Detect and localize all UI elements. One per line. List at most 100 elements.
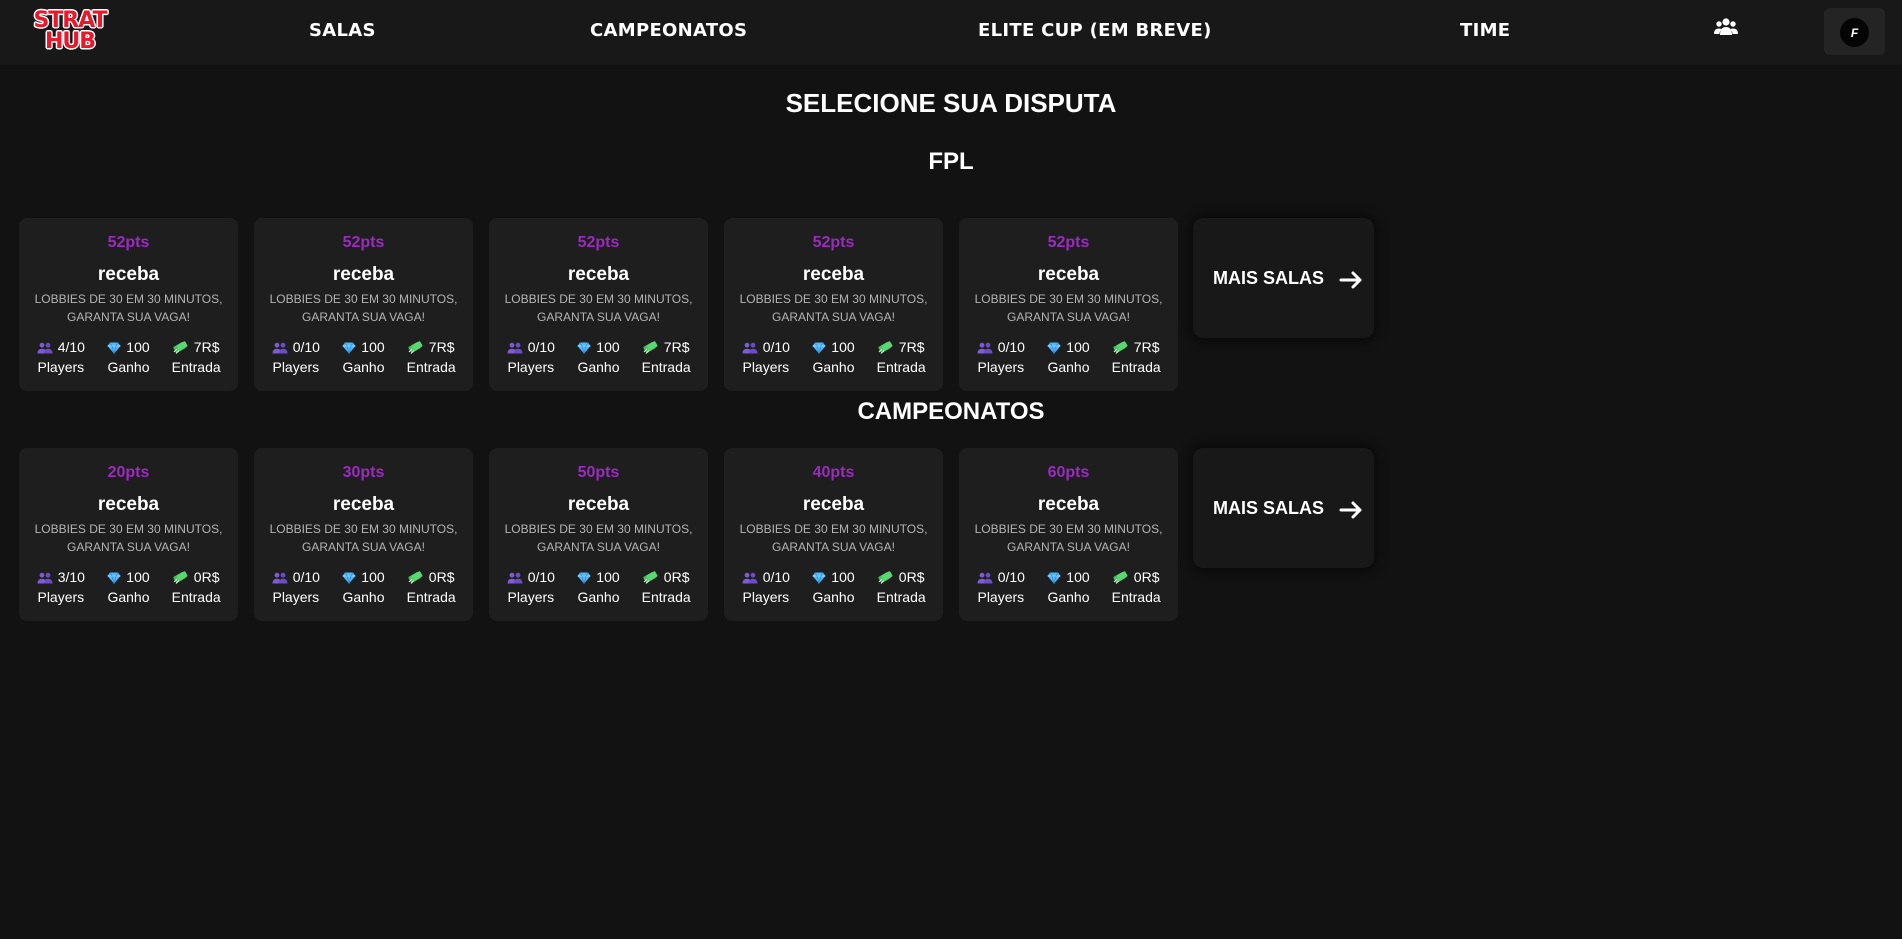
description-line-2: GARANTA SUA VAGA! (302, 540, 425, 554)
prize-value: 100 (1066, 339, 1090, 355)
money-icon (878, 340, 894, 354)
entry-fee-value-row: 7R$ (635, 337, 697, 357)
players-value: 0/10 (527, 339, 555, 355)
room-stats: 0/10 Players 100 Ganho 0R$ Entrada (732, 567, 935, 607)
prize-value-row: 100 (332, 567, 394, 587)
players-label: Players (37, 589, 85, 605)
entry-fee-label: Entrada (406, 589, 456, 605)
room-name: receba (802, 494, 865, 515)
players-icon (977, 572, 993, 584)
description-line-1: LOBBIES DE 30 EM 30 MINUTOS, (504, 522, 693, 536)
entry-fee-stat: 7R$ Entrada (165, 337, 227, 377)
entry-fee-value: 0R$ (1133, 569, 1160, 585)
entry-fee-label: Entrada (171, 359, 221, 375)
players-value-row: 0/10 (735, 567, 797, 587)
room-card[interactable]: 30pts receba LOBBIES DE 30 EM 30 MINUTOS, G… (254, 448, 473, 621)
prize-value-row: 100 (567, 567, 629, 587)
prize-value-row: 100 (802, 567, 864, 587)
prize-stat: 100 Ganho (567, 337, 629, 377)
section-title: CAMPEONATOS (857, 398, 1045, 425)
players-icon (272, 342, 288, 354)
entry-fee-value-row: 0R$ (1105, 567, 1167, 587)
diamond-icon (812, 572, 826, 584)
entry-fee-stat: 7R$ Entrada (635, 337, 697, 377)
entry-fee-stat: 7R$ Entrada (870, 337, 932, 377)
room-card[interactable]: 52pts receba LOBBIES DE 30 EM 30 MINUTOS, G… (959, 218, 1178, 391)
room-card[interactable]: 52pts receba LOBBIES DE 30 EM 30 MINUTOS, G… (489, 218, 708, 391)
players-stat: 0/10 Players (735, 337, 797, 377)
room-card[interactable]: 40pts receba LOBBIES DE 30 EM 30 MINUTOS, G… (724, 448, 943, 621)
arrow-right-icon (1339, 501, 1362, 519)
room-description: LOBBIES DE 30 EM 30 MINUTOS, GARANTA SUA … (969, 290, 1168, 326)
players-icon (742, 342, 758, 354)
points-label: 60pts (1047, 464, 1090, 481)
room-card[interactable]: 50pts receba LOBBIES DE 30 EM 30 MINUTOS, G… (489, 448, 708, 621)
strat-hub-logo[interactable]: STRAT HUB (18, 10, 122, 53)
entry-fee-value: 7R$ (428, 339, 455, 355)
entry-fee-label: Entrada (1111, 359, 1161, 375)
players-value-row: 0/10 (265, 337, 327, 357)
players-stat: 0/10 Players (265, 337, 327, 377)
room-stats: 0/10 Players 100 Ganho 7R$ Entrada (967, 337, 1170, 377)
prize-label: Ganho (577, 589, 620, 605)
more-rooms-button[interactable]: MAIS SALAS (1193, 218, 1374, 338)
players-value-row: 0/10 (970, 337, 1032, 357)
players-value: 4/10 (57, 339, 85, 355)
prize-stat: 100 Ganho (802, 337, 864, 377)
room-name: receba (1037, 264, 1100, 285)
prize-value: 100 (361, 339, 385, 355)
entry-fee-stat: 7R$ Entrada (400, 337, 462, 377)
nav-time[interactable]: TIME (1460, 20, 1510, 41)
description-line-1: LOBBIES DE 30 EM 30 MINUTOS, (739, 292, 928, 306)
entry-fee-value-row: 0R$ (870, 567, 932, 587)
room-description: LOBBIES DE 30 EM 30 MINUTOS, GARANTA SUA … (734, 520, 933, 556)
players-value-row: 3/10 (30, 567, 92, 587)
prize-stat: 100 Ganho (1037, 337, 1099, 377)
description-line-2: GARANTA SUA VAGA! (67, 540, 190, 554)
players-value: 0/10 (527, 569, 555, 585)
prize-stat: 100 Ganho (1037, 567, 1099, 607)
description-line-1: LOBBIES DE 30 EM 30 MINUTOS, (269, 522, 458, 536)
entry-fee-value: 0R$ (193, 569, 220, 585)
nav-campeonatos[interactable]: CAMPEONATOS (590, 20, 747, 41)
users-icon[interactable] (1713, 16, 1739, 38)
players-stat: 3/10 Players (30, 567, 92, 607)
players-value-row: 4/10 (30, 337, 92, 357)
entry-fee-value-row: 7R$ (1105, 337, 1167, 357)
players-value: 0/10 (762, 339, 790, 355)
room-card[interactable]: 52pts receba LOBBIES DE 30 EM 30 MINUTOS, G… (19, 218, 238, 391)
points-label: 52pts (342, 234, 385, 251)
room-description: LOBBIES DE 30 EM 30 MINUTOS, GARANTA SUA … (499, 520, 698, 556)
entry-fee-stat: 0R$ Entrada (400, 567, 462, 607)
players-stat: 0/10 Players (500, 567, 562, 607)
players-stat: 4/10 Players (30, 337, 92, 377)
points-label: 52pts (812, 234, 855, 251)
more-rooms-button[interactable]: MAIS SALAS (1193, 448, 1374, 568)
section-title: FPL (928, 148, 974, 175)
players-value-row: 0/10 (970, 567, 1032, 587)
players-value-row: 0/10 (500, 337, 562, 357)
room-stats: 3/10 Players 100 Ganho 0R$ Entrada (27, 567, 230, 607)
prize-label: Ganho (1047, 589, 1090, 605)
room-card[interactable]: 60pts receba LOBBIES DE 30 EM 30 MINUTOS, G… (959, 448, 1178, 621)
nav-elite-cup[interactable]: ELITE CUP (EM BREVE) (978, 20, 1212, 41)
room-card[interactable]: 20pts receba LOBBIES DE 30 EM 30 MINUTOS, G… (19, 448, 238, 621)
room-name: receba (97, 264, 160, 285)
room-description: LOBBIES DE 30 EM 30 MINUTOS, GARANTA SUA … (499, 290, 698, 326)
prize-value-row: 100 (97, 337, 159, 357)
prize-value: 100 (596, 569, 620, 585)
entry-fee-value-row: 7R$ (165, 337, 227, 357)
players-label: Players (742, 359, 790, 375)
diamond-icon (812, 342, 826, 354)
prize-stat: 100 Ganho (97, 337, 159, 377)
profile-button[interactable]: F (1824, 8, 1885, 55)
players-stat: 0/10 Players (735, 567, 797, 607)
prize-value-row: 100 (1037, 337, 1099, 357)
room-card[interactable]: 52pts receba LOBBIES DE 30 EM 30 MINUTOS, G… (254, 218, 473, 391)
players-icon (742, 572, 758, 584)
room-name: receba (802, 264, 865, 285)
room-stats: 0/10 Players 100 Ganho 0R$ Entrada (262, 567, 465, 607)
nav-salas[interactable]: SALAS (309, 20, 376, 41)
room-stats: 4/10 Players 100 Ganho 7R$ Entrada (27, 337, 230, 377)
room-card[interactable]: 52pts receba LOBBIES DE 30 EM 30 MINUTOS, G… (724, 218, 943, 391)
